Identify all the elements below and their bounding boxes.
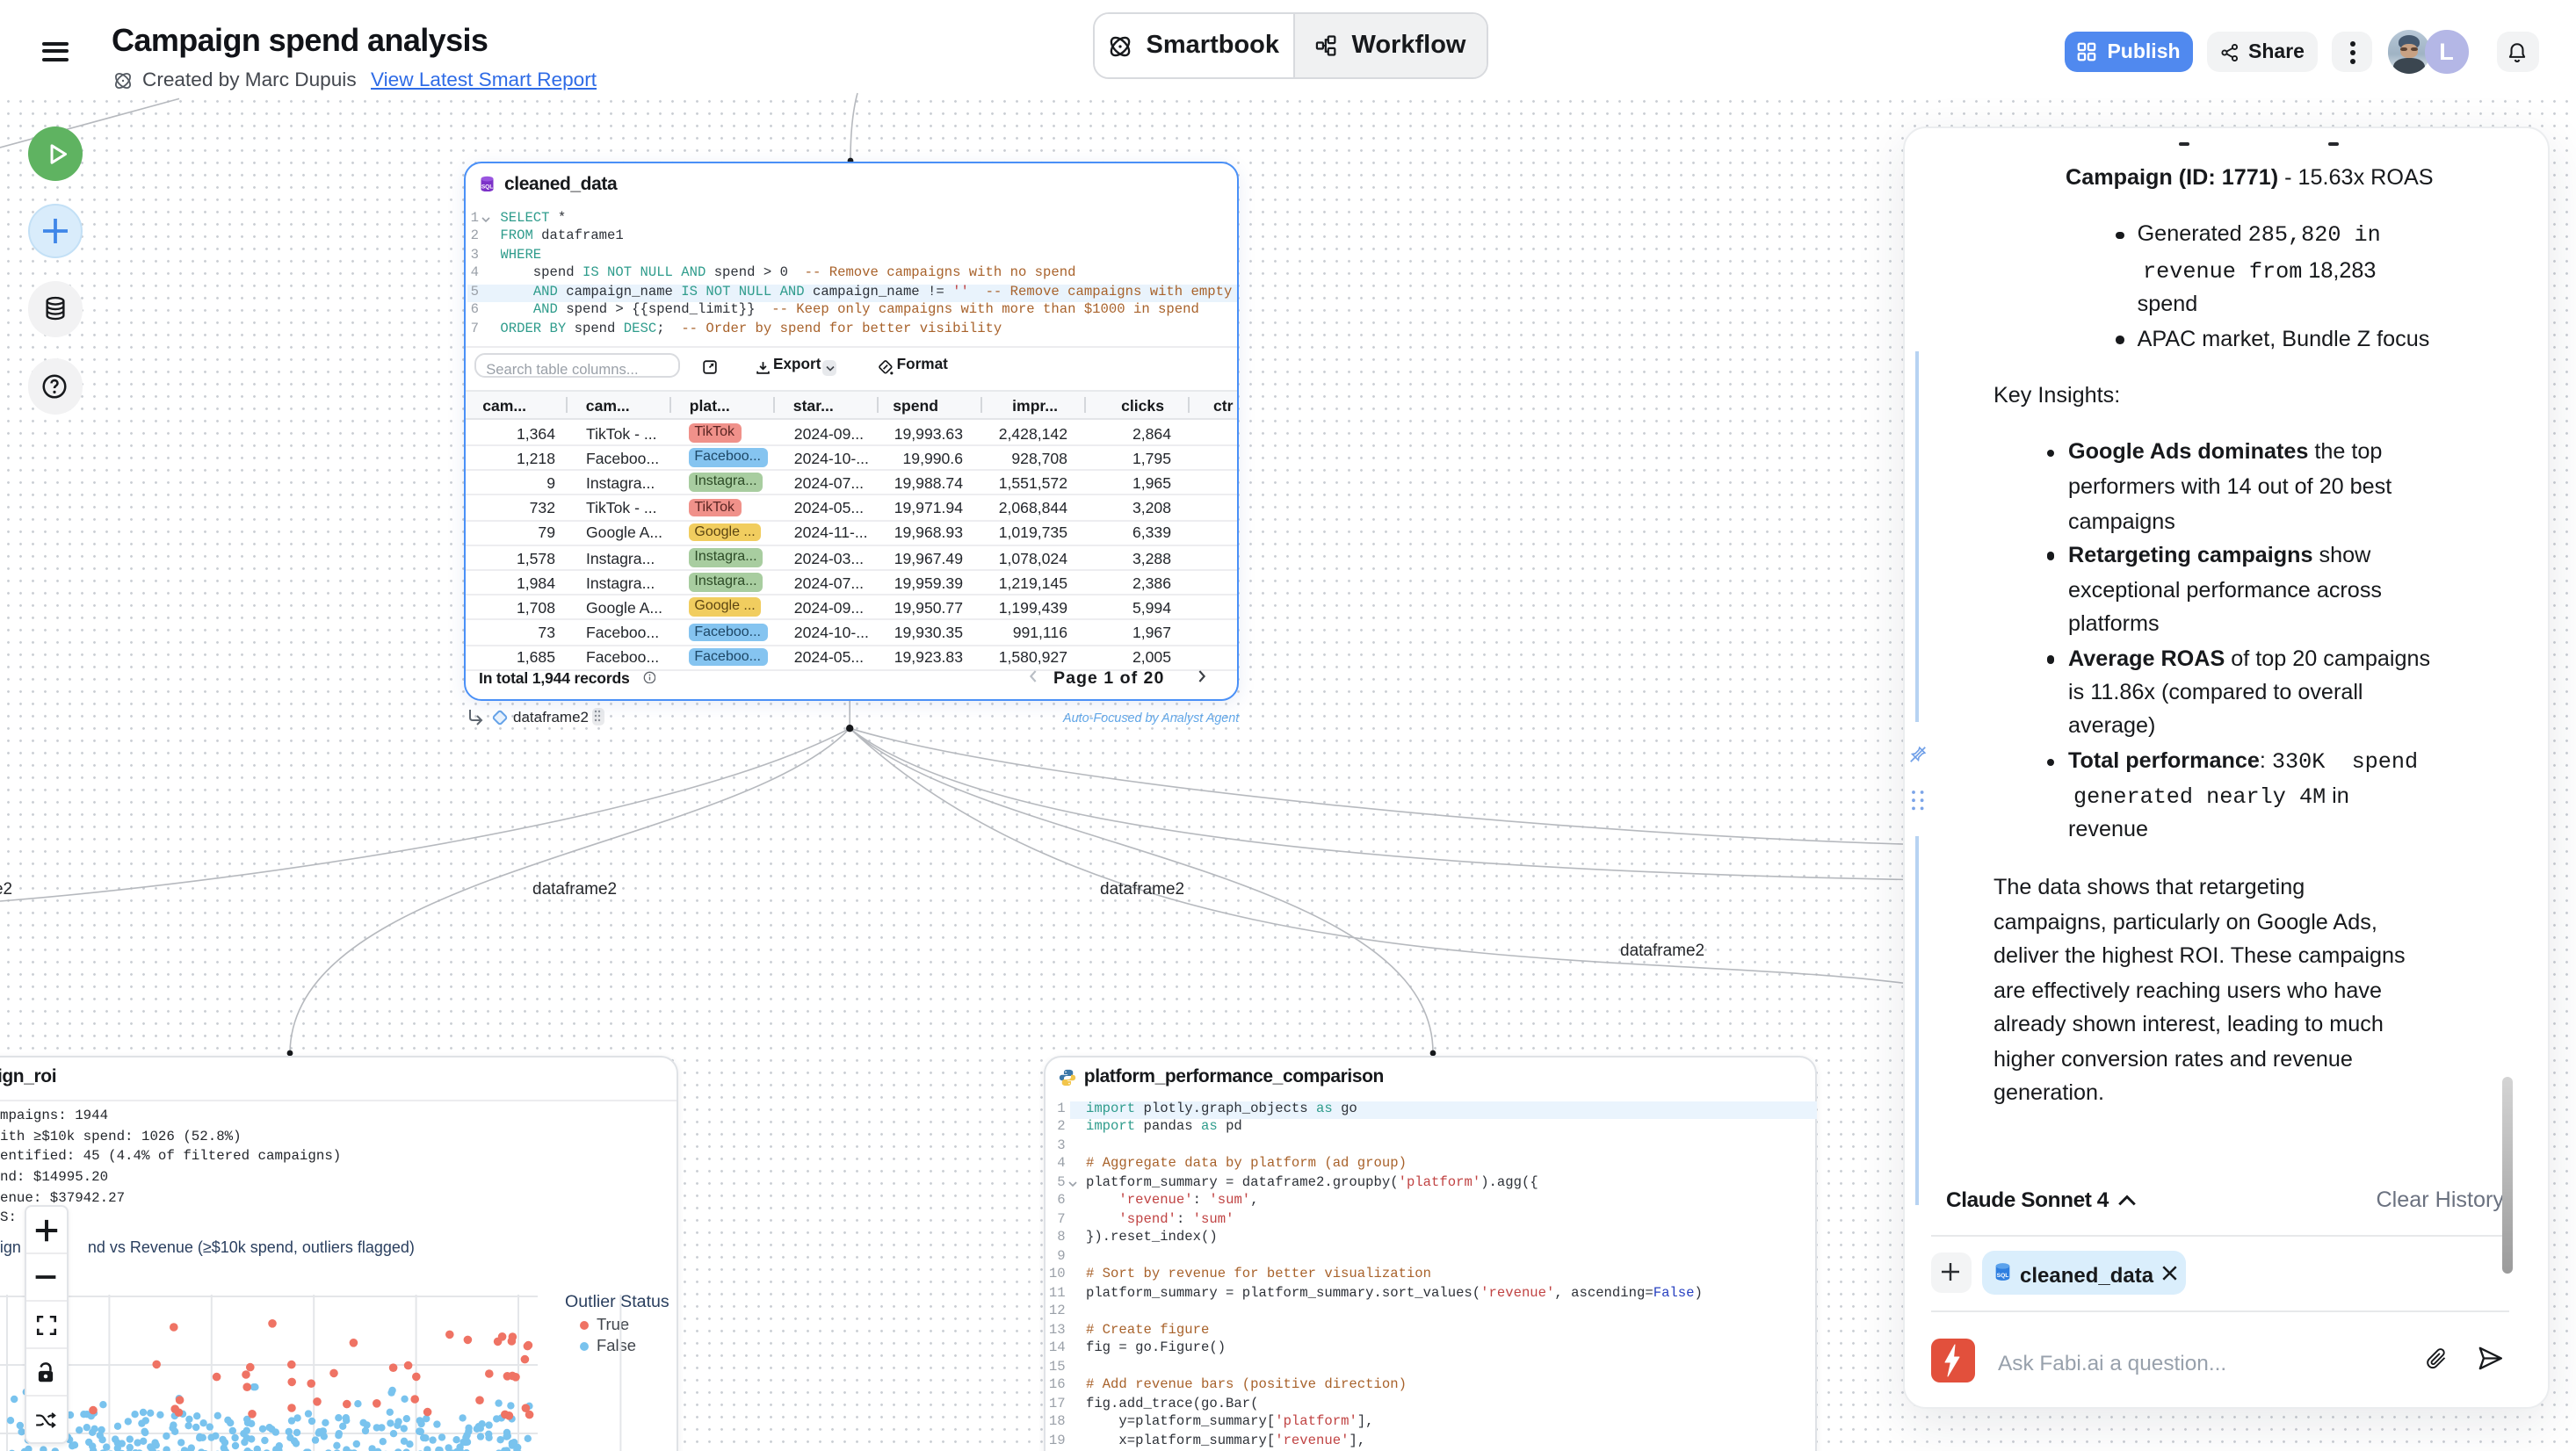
- svg-text:SQL: SQL: [481, 184, 492, 190]
- svg-text:SQL: SQL: [1997, 1273, 2009, 1279]
